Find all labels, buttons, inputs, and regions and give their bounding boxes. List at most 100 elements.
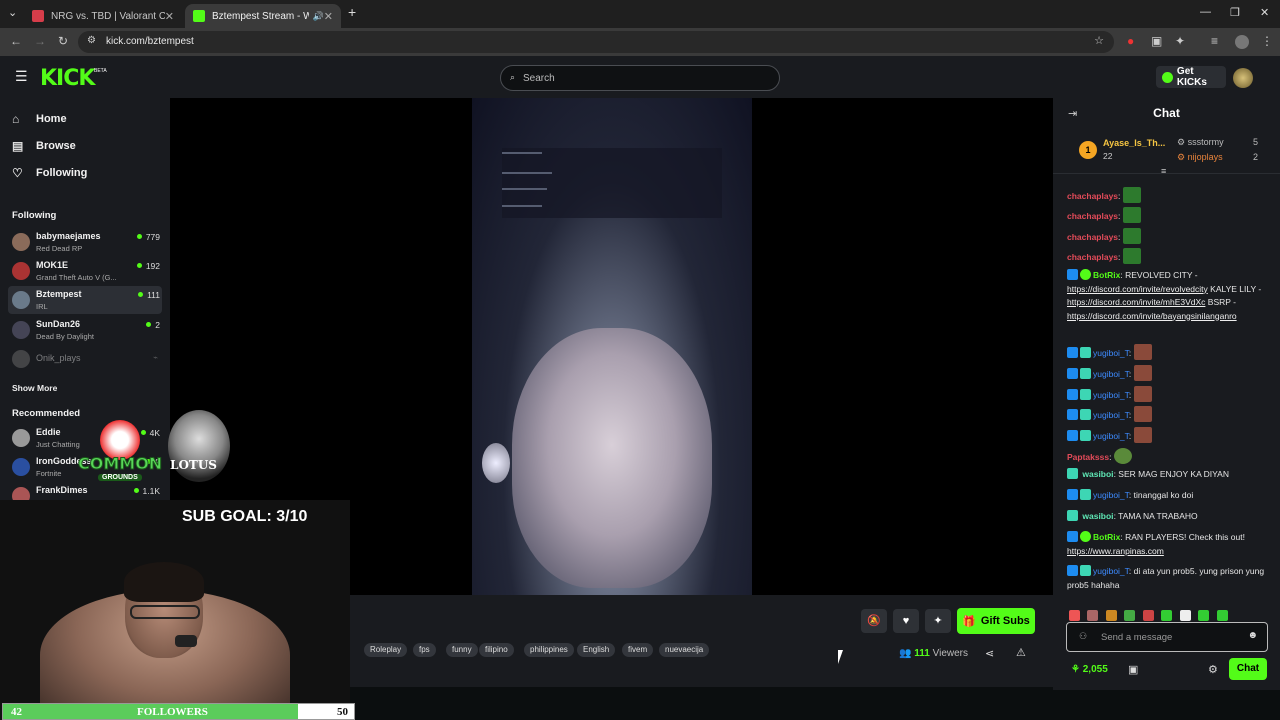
expand-icon[interactable]: ≡	[1161, 166, 1166, 176]
chat-link[interactable]: https://discord.com/invite/bayangsinilan…	[1067, 311, 1237, 321]
report-icon[interactable]: ⚠	[1016, 646, 1026, 659]
glasses	[130, 605, 200, 619]
notifications-off-button[interactable]: 🔕	[861, 609, 887, 633]
reload-icon[interactable]: ↻	[58, 34, 68, 48]
follow-button[interactable]: ♥	[893, 609, 919, 633]
send-chat-button[interactable]: Chat	[1229, 658, 1267, 680]
w-emote-icon	[1122, 248, 1141, 264]
user-avatar[interactable]	[1233, 68, 1253, 88]
gift-box-icon[interactable]: ▣	[1128, 663, 1138, 676]
streamer-hair	[124, 562, 204, 602]
close-tab-icon[interactable]: ✕	[324, 10, 333, 23]
sidebar-channel-onik-plays[interactable]: Onik_plays ⌁	[8, 345, 162, 373]
kicks-coin-icon	[1162, 71, 1173, 83]
settings-gear-icon[interactable]: ⚙	[1208, 663, 1218, 676]
video-text-line	[502, 172, 552, 174]
speaker-icon[interactable]: 🔊	[313, 11, 324, 22]
browser-menu-icon[interactable]: ⋮	[1261, 34, 1273, 48]
chat-message: BotRix: RAN PLAYERS! Check this out! htt…	[1067, 531, 1245, 556]
chat-link[interactable]: https://discord.com/invite/mhE3VdXc	[1067, 297, 1205, 307]
show-more-link[interactable]: Show More	[12, 383, 57, 393]
chat-message: yugiboi_T:	[1067, 406, 1272, 423]
sidebar-item-home[interactable]: ⌂ Home	[12, 112, 67, 126]
avatar	[12, 458, 30, 476]
chat-panel: ⇥ Chat 1 Ayase_Is_Th... 22 ⚙ ssstormy 5 …	[1053, 98, 1280, 690]
chat-message: wasiboi: TAMA NA TRABAHO	[1067, 510, 1272, 524]
emoji-icon[interactable]: ☻	[1247, 630, 1258, 641]
chat-link[interactable]: https://discord.com/invite/revolvedcity	[1067, 284, 1208, 294]
tag[interactable]: fivem	[622, 643, 654, 657]
hamburger-menu-icon[interactable]: ☰	[15, 68, 28, 85]
emote-icon	[1198, 610, 1210, 621]
chat-message: chachaplays:	[1067, 248, 1272, 265]
browse-icon: ▤	[12, 139, 24, 153]
leaderboard-user[interactable]: Ayase_Is_Th...	[1103, 138, 1165, 148]
leaderboard-user[interactable]: ⚙ nijoplays	[1177, 152, 1223, 163]
pepe-emote-icon	[1113, 448, 1132, 464]
video-text-line	[502, 188, 547, 190]
tag[interactable]: funny	[446, 643, 478, 657]
browser-toolbar: ← → ↻ ⚙ kick.com/bztempest ☆ ● ▣ ✦ ≡ ⋮	[0, 28, 1280, 56]
clip-button[interactable]: ✦	[925, 609, 951, 633]
tag[interactable]: English	[577, 643, 616, 657]
video-text-line	[502, 152, 542, 154]
at-icon[interactable]: ⚇	[1079, 631, 1087, 642]
recommended-heading: Recommended	[12, 408, 81, 419]
home-icon: ⌂	[12, 112, 20, 126]
sub-goal-text: SUB GOAL: 3/10	[182, 508, 308, 525]
tag[interactable]: philippines	[524, 643, 574, 657]
minimize-icon[interactable]: —	[1200, 6, 1211, 18]
close-tab-icon[interactable]: ✕	[165, 10, 174, 23]
bookmark-star-icon[interactable]: ☆	[1094, 34, 1104, 47]
share-icon[interactable]: ⋖	[985, 647, 994, 660]
sidebar-channel-mok1e[interactable]: MOK1E Grand Theft Auto V (G... 192	[8, 257, 162, 285]
mouse-cursor	[838, 650, 843, 664]
tag[interactable]: nuevaecija	[659, 643, 710, 657]
sidebar-channel-sundan26[interactable]: SunDan26 Dead By Daylight 2	[8, 316, 162, 344]
chat-message: wasiboi: SER MAG ENJOY KA DIYAN	[1067, 468, 1272, 482]
leaderboard-user[interactable]: ⚙ ssstormy	[1177, 137, 1224, 148]
lotus-text: LOTUS	[170, 458, 217, 472]
extensions-puzzle-icon[interactable]: ✦	[1175, 34, 1185, 48]
tag[interactable]: fps	[413, 643, 436, 657]
chat-message-input[interactable]: ⚇ Send a message ☻	[1066, 622, 1268, 652]
chat-message: yugiboi_T:	[1067, 344, 1272, 361]
back-icon[interactable]: ←	[10, 34, 22, 48]
kick-logo[interactable]: KICK	[40, 66, 95, 91]
window-close-icon[interactable]: ✕	[1260, 6, 1269, 19]
address-bar[interactable]: ⚙ kick.com/bztempest ☆	[78, 31, 1114, 53]
new-tab-button[interactable]: +	[348, 4, 356, 20]
sidebar-item-following[interactable]: ♡ Following	[12, 166, 87, 180]
maximize-icon[interactable]: ❐	[1230, 6, 1240, 19]
chat-message: chachaplays:	[1067, 228, 1272, 245]
sidebar-channel-babymaejames[interactable]: babymaejames Red Dead RP 779	[8, 228, 162, 256]
chat-link[interactable]: https://www.ranpinas.com	[1067, 546, 1164, 556]
leaderboard-count: 5	[1253, 137, 1259, 147]
browser-tab-valorant[interactable]: NRG vs. TBD | Valorant Champi ✕	[24, 4, 182, 28]
stream-info-bar: Roleplay fps funny filipino philippines …	[350, 595, 1053, 687]
tab-list-icon[interactable]: ≡	[1211, 34, 1218, 48]
browser-tab-bztempest[interactable]: Bztempest Stream - Watch 🔊 ✕	[185, 4, 341, 28]
forward-icon[interactable]: →	[34, 34, 46, 48]
gift-leaderboard: 1 Ayase_Is_Th... 22 ⚙ ssstormy 5 ⚙ nijop…	[1053, 128, 1280, 176]
gift-icon: 🎁	[962, 615, 976, 628]
search-input[interactable]: ⌕ Search	[500, 65, 780, 91]
gift-subs-button[interactable]: 🎁 Gift Subs	[957, 608, 1035, 634]
avatar	[12, 291, 30, 309]
tag[interactable]: Roleplay	[364, 643, 408, 657]
url-text: kick.com/bztempest	[106, 36, 194, 47]
chat-message: yugiboi_T: di ata yun prob5. yung prison…	[1067, 565, 1265, 590]
search-icon: ⌕	[510, 72, 516, 82]
sidebar-channel-bztempest[interactable]: Bztempest IRL 111	[8, 286, 162, 314]
extension-icon[interactable]: ●	[1127, 34, 1134, 48]
extension-icon[interactable]: ▣	[1151, 34, 1162, 48]
site-info-icon[interactable]: ⚙	[87, 35, 96, 46]
tab-search-icon[interactable]: ⌄	[8, 6, 17, 19]
webcam-overlay	[0, 500, 350, 720]
get-kicks-button[interactable]: Get KICKs	[1156, 66, 1226, 88]
emote-icon	[1179, 610, 1191, 621]
sidebar-item-browse[interactable]: ▤ Browse	[12, 139, 76, 153]
profile-avatar[interactable]	[1235, 35, 1249, 49]
tag[interactable]: filipino	[479, 643, 514, 657]
emote-bar[interactable]	[1069, 604, 1269, 621]
